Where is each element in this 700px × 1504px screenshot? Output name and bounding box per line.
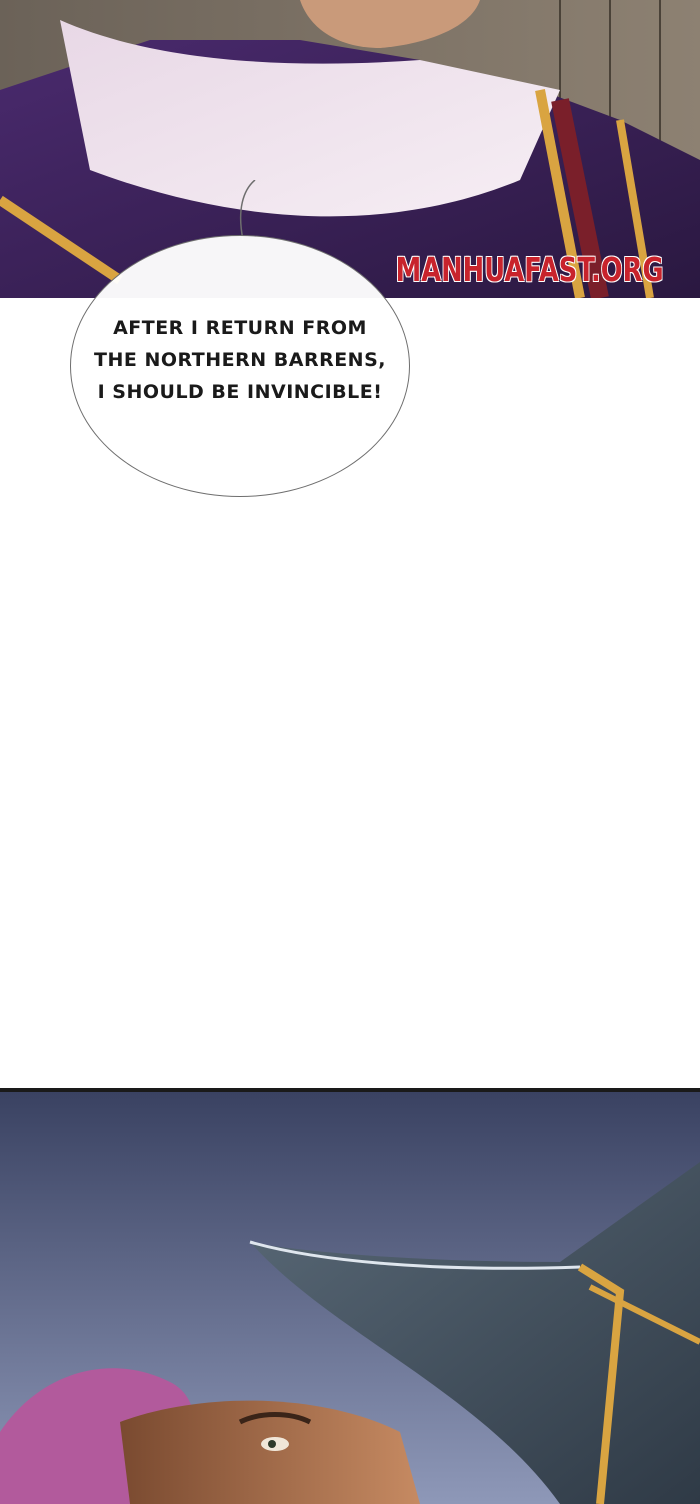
top-comic-panel: MANHUAFAST.ORG (0, 0, 700, 298)
speech-line-3: I SHOULD BE INVINCIBLE! (97, 381, 383, 403)
eye (268, 1440, 276, 1448)
speech-line-1: AFTER I RETURN FROM (113, 317, 367, 339)
speech-bubble-tail (239, 180, 256, 240)
speech-bubble-text: AFTER I RETURN FROM THE NORTHERN BARRENS… (80, 312, 400, 408)
speech-line-2: THE NORTHERN BARRENS, (93, 349, 386, 371)
bottom-comic-panel (0, 1088, 700, 1504)
watermark-logo: MANHUAFAST.ORG (395, 250, 664, 289)
bottom-panel-artwork (0, 1092, 700, 1504)
